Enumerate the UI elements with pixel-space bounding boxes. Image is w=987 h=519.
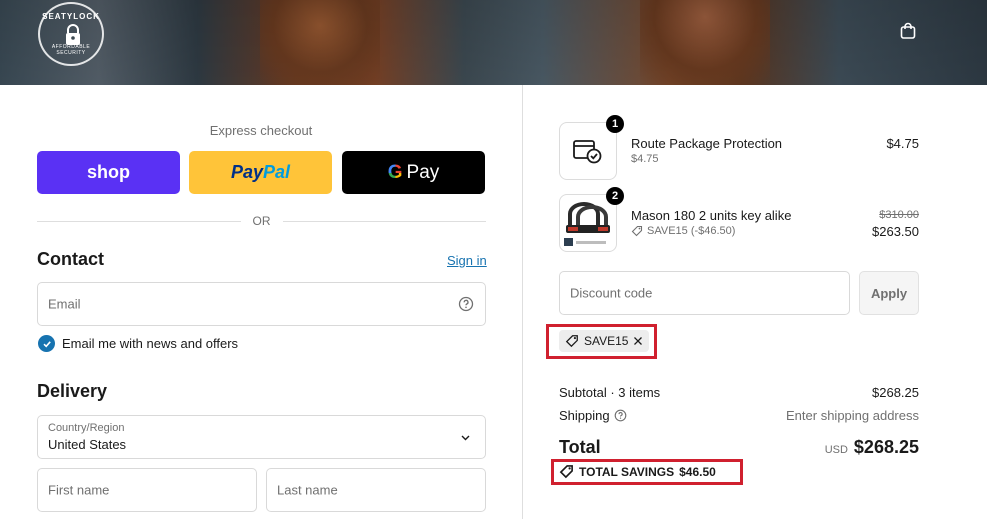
first-name-field[interactable]: First name <box>37 468 257 512</box>
last-name-field[interactable]: Last name <box>266 468 486 512</box>
info-circle-icon[interactable] <box>614 409 627 422</box>
express-checkout-title: Express checkout <box>209 123 313 138</box>
quantity-badge: 2 <box>606 187 624 205</box>
newsletter-label: Email me with news and offers <box>62 336 239 351</box>
item-price: $263.50 <box>872 224 919 239</box>
shop-pay-button[interactable]: shop <box>37 151 180 194</box>
total-label: Total <box>559 437 601 457</box>
country-value: United States <box>48 437 127 452</box>
paypal-label-pal: Pal <box>263 162 291 182</box>
padlock-logo-icon <box>66 24 80 45</box>
item-price: $4.75 <box>886 136 919 151</box>
package-protection-icon <box>573 140 602 164</box>
cart-button[interactable] <box>897 20 919 42</box>
delivery-heading: Delivery <box>37 381 108 401</box>
tag-icon <box>565 335 578 348</box>
tag-icon <box>559 465 573 479</box>
tag-icon <box>631 225 643 237</box>
applied-code-text: SAVE15 <box>584 334 629 348</box>
item-unit-price: $4.75 <box>631 153 659 165</box>
contact-heading: Contact <box>37 249 104 269</box>
route-protection-thumbnail: 1 <box>559 115 624 180</box>
total-value: $268.25 <box>853 437 919 457</box>
bike-lock-product-image <box>564 202 610 246</box>
country-label: Country/Region <box>48 422 125 434</box>
first-name-placeholder: First name <box>48 482 110 498</box>
total-amount: USD $268.25 <box>825 437 919 458</box>
email-field[interactable]: Email <box>37 282 486 326</box>
savings-value: $46.50 <box>679 464 716 479</box>
google-pay-label: Pay <box>406 161 440 183</box>
item-original-price: $310.00 <box>879 209 919 221</box>
country-select[interactable]: Country/Region United States <box>37 415 486 459</box>
or-text: OR <box>252 214 271 228</box>
last-name-placeholder: Last name <box>277 482 338 498</box>
item-name: Mason 180 2 units key alike <box>631 208 792 223</box>
shipping-label: Shipping <box>559 408 627 423</box>
total-savings: TOTAL SAVINGS $46.50 <box>559 464 716 479</box>
help-circle-icon[interactable] <box>458 296 474 312</box>
shipping-text: Shipping <box>559 408 610 423</box>
brand-name: SEATYLOCK <box>42 12 100 21</box>
brand-tagline: AFFORDABLE SECURITY <box>51 44 91 56</box>
paypal-label-pay: Pay <box>230 162 263 182</box>
checkout-page: SEATYLOCK AFFORDABLE SECURITY Express ch… <box>0 0 987 519</box>
item-name: Route Package Protection <box>631 136 783 151</box>
email-placeholder: Email <box>48 296 81 312</box>
newsletter-checkbox[interactable] <box>38 335 55 352</box>
google-pay-button[interactable]: G Pay <box>342 151 485 194</box>
discount-code-input[interactable]: Discount code <box>559 271 850 315</box>
applied-discount-chip: SAVE15 <box>559 330 650 352</box>
chevron-down-icon <box>461 435 470 441</box>
shopping-bag-icon <box>900 22 916 39</box>
brand-logo[interactable]: SEATYLOCK AFFORDABLE SECURITY <box>38 2 104 66</box>
remove-code-icon[interactable] <box>633 336 643 346</box>
subtotal-text: Subtotal · 3 items <box>559 385 661 400</box>
quantity-badge: 1 <box>606 115 624 133</box>
or-separator: OR <box>37 213 486 229</box>
discount-placeholder: Discount code <box>570 285 653 301</box>
savings-label: TOTAL SAVINGS <box>579 464 675 479</box>
item-discount-text: SAVE15 (-$46.50) <box>647 225 736 237</box>
checkmark-icon <box>42 340 51 347</box>
paypal-button[interactable]: Pay Pal <box>189 151 332 194</box>
column-divider <box>522 85 523 519</box>
subtotal-label: Subtotal · 3 items <box>559 385 660 400</box>
header-banner: SEATYLOCK AFFORDABLE SECURITY <box>0 0 987 85</box>
shop-pay-label: shop <box>87 162 130 182</box>
mason-lock-thumbnail: 2 <box>559 187 624 252</box>
google-g-icon: G <box>387 161 403 183</box>
apply-discount-button[interactable]: Apply <box>859 271 919 315</box>
subtotal-value: $268.25 <box>872 385 919 400</box>
item-subtext: $4.75 <box>631 153 659 165</box>
currency-code: USD <box>824 444 848 456</box>
item-discount-line: SAVE15 (-$46.50) <box>631 225 735 237</box>
shipping-value: Enter shipping address <box>786 408 919 423</box>
sign-in-link[interactable]: Sign in <box>447 253 487 268</box>
